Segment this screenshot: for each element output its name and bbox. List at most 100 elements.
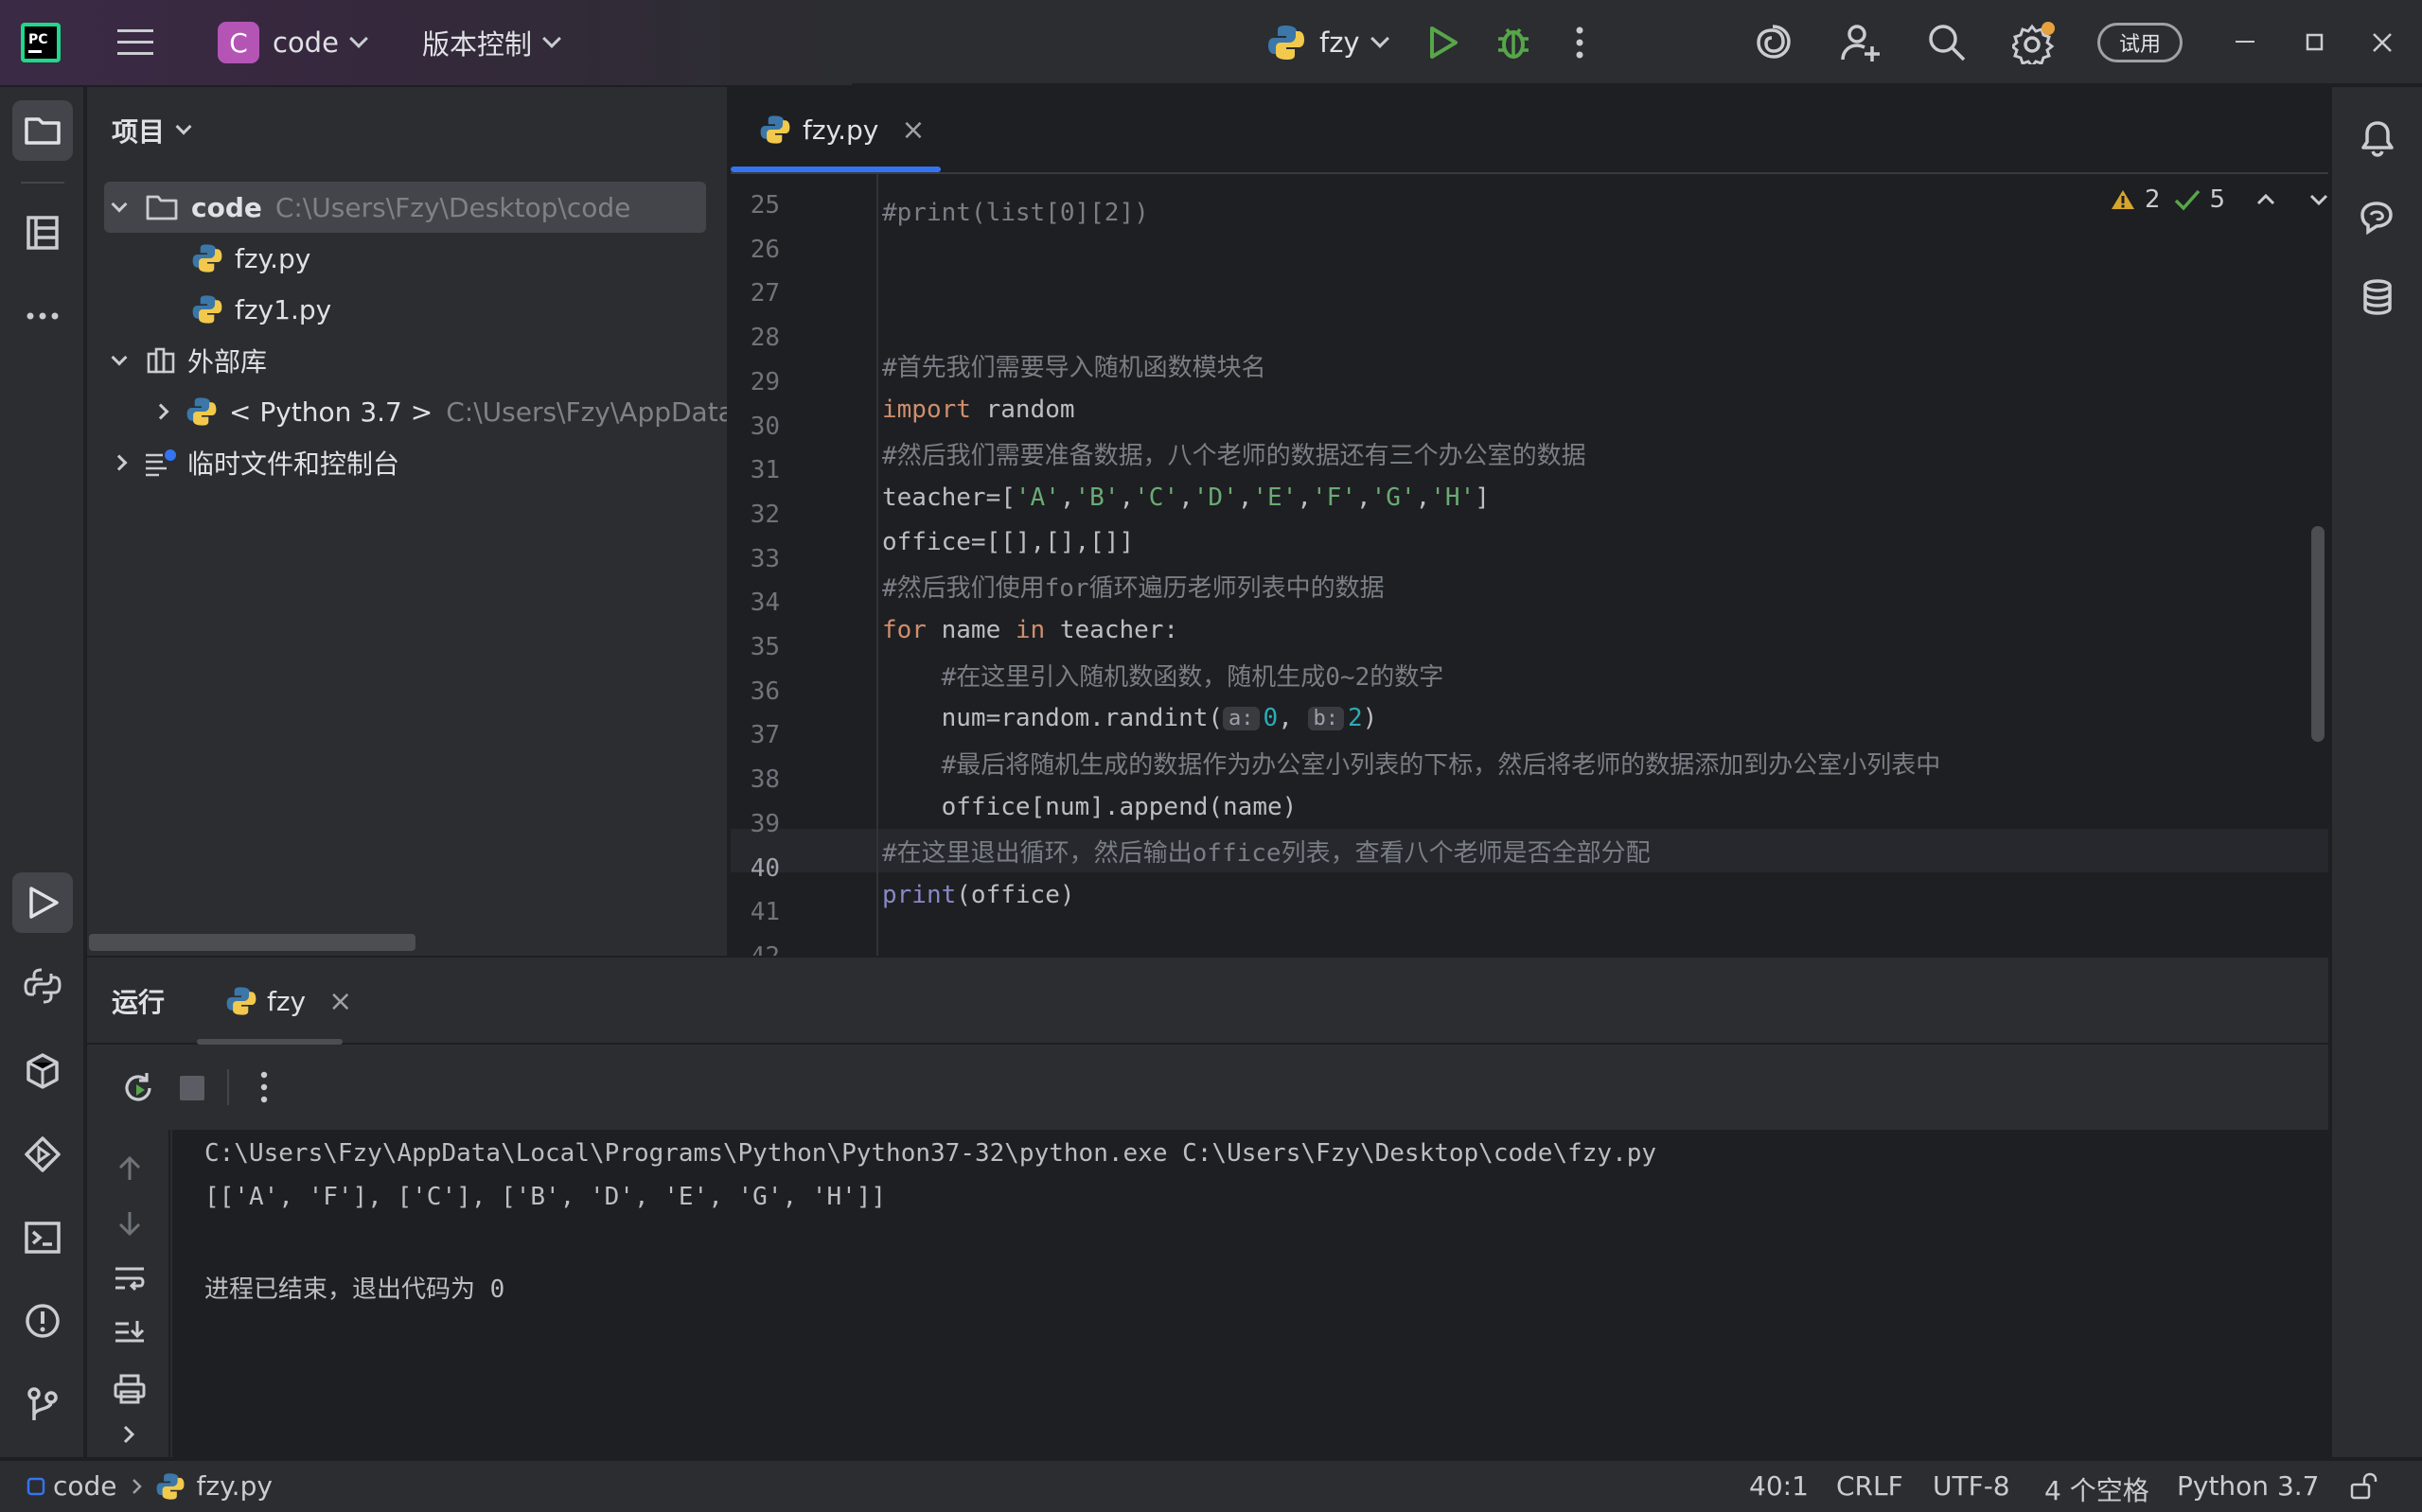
project-panel-header[interactable]: 项目 xyxy=(112,112,192,149)
run-config-selector[interactable]: fzy xyxy=(1266,0,1389,85)
code-editor[interactable]: fzy.py × 25 26 27 28 29 30 31 32 33 34 35 36 37 38 39 4… xyxy=(731,87,2328,956)
arrow-down-icon[interactable] xyxy=(115,1209,144,1238)
project-switcher[interactable]: C code xyxy=(218,0,368,85)
services-button[interactable] xyxy=(12,1124,73,1185)
console-output[interactable]: C:\Users\Fzy\AppData\Local\Programs\Pyth… xyxy=(172,1130,2328,1457)
warning-circle-icon xyxy=(26,1304,60,1338)
search-button[interactable] xyxy=(1927,0,1967,85)
scroll-to-end-icon[interactable] xyxy=(114,1319,146,1347)
minimize-button[interactable] xyxy=(2236,0,2254,85)
run-side-toolbar xyxy=(87,1130,170,1457)
chevron-down-icon[interactable] xyxy=(2308,192,2328,207)
git-branch-icon xyxy=(27,1387,58,1420)
run-button[interactable] xyxy=(1427,0,1459,85)
problems-button[interactable] xyxy=(12,1291,73,1351)
vcs-menu[interactable]: 版本控制 xyxy=(422,0,561,85)
readonly-toggle[interactable] xyxy=(2349,1472,2378,1501)
line-number: 34 xyxy=(750,589,780,618)
tree-item-file[interactable]: fzy1.py xyxy=(191,284,331,335)
number-literal: 2 xyxy=(1348,704,1363,732)
rerun-icon[interactable] xyxy=(121,1071,155,1105)
gear-icon xyxy=(2012,22,2055,64)
git-button[interactable] xyxy=(12,1374,73,1434)
stop-icon[interactable] xyxy=(178,1074,206,1102)
tab-fzy-py[interactable]: fzy.py × xyxy=(731,87,941,172)
left-tool-strip xyxy=(0,87,85,1457)
structure-tool-button[interactable] xyxy=(12,202,73,263)
ai-assistant-button[interactable] xyxy=(1753,0,1793,85)
line-number: 28 xyxy=(750,324,780,353)
code-token: random xyxy=(970,396,1075,424)
check-count: 5 xyxy=(2209,185,2226,214)
trial-button[interactable]: 试用 xyxy=(2097,0,2183,85)
python-interpreter[interactable]: Python 3.7 xyxy=(2177,1470,2320,1502)
tree-item-scratches[interactable]: 临时文件和控制台 xyxy=(111,437,400,488)
warning-icon xyxy=(2112,190,2134,209)
line-number: 40 xyxy=(750,853,780,883)
more-tools-button[interactable] xyxy=(12,286,73,346)
packages-icon xyxy=(27,1053,59,1089)
breadcrumb-project[interactable]: code xyxy=(53,1470,117,1502)
breadcrumb: code fzy.py xyxy=(27,1470,273,1502)
maximize-button[interactable] xyxy=(2306,0,2325,85)
line-number: 27 xyxy=(750,279,780,308)
line-number-gutter: 25 26 27 28 29 30 31 32 33 34 35 36 37 38 39 40 41 42 xyxy=(731,174,873,956)
keyword: in xyxy=(1015,616,1046,644)
library-icon xyxy=(147,347,175,374)
project-tool-button[interactable] xyxy=(12,100,73,161)
inspection-widget[interactable]: 2 5 xyxy=(2111,185,2328,214)
line-number: 42 xyxy=(731,942,780,956)
notifications-button[interactable] xyxy=(2347,108,2408,168)
project-name: code xyxy=(273,26,339,59)
line-number: 26 xyxy=(750,235,780,264)
debug-button[interactable] xyxy=(1495,0,1531,85)
warning-count: 2 xyxy=(2145,185,2161,214)
close-window-button[interactable] xyxy=(2372,0,2393,85)
add-user-button[interactable] xyxy=(1840,0,1882,85)
python-icon xyxy=(226,987,256,1015)
more-vertical-icon[interactable] xyxy=(259,1071,269,1103)
tree-item-root[interactable]: code C:\Users\Fzy\Desktop\code xyxy=(111,182,630,233)
run-tool-button[interactable] xyxy=(12,872,73,933)
python-console-button[interactable] xyxy=(12,956,73,1016)
close-tab-icon[interactable]: × xyxy=(328,985,352,1018)
terminal-button[interactable] xyxy=(12,1207,73,1268)
cursor-position[interactable]: 40:1 xyxy=(1749,1470,1809,1502)
maximize-icon xyxy=(2306,33,2324,51)
horizontal-scrollbar[interactable] xyxy=(89,934,415,951)
print-icon[interactable] xyxy=(114,1374,146,1404)
arrow-up-icon[interactable] xyxy=(115,1154,144,1183)
chevron-right-icon xyxy=(132,1478,142,1494)
ai-chat-button[interactable] xyxy=(2347,187,2408,248)
vertical-scrollbar[interactable] xyxy=(2311,526,2325,742)
chevron-right-icon[interactable] xyxy=(119,1423,138,1446)
chevron-up-icon[interactable] xyxy=(2255,192,2276,207)
structure-icon xyxy=(27,216,59,250)
close-tab-icon[interactable]: × xyxy=(901,114,925,147)
settings-button[interactable] xyxy=(2012,0,2056,85)
run-tab-fzy[interactable]: fzy × xyxy=(225,975,352,1028)
console-line: 进程已结束，退出代码为 0 xyxy=(204,1275,505,1304)
tree-item-python-sdk[interactable]: < Python 3.7 > C:\Users\Fzy\AppData\Lc xyxy=(152,386,727,437)
project-badge: C xyxy=(218,22,259,63)
module-icon xyxy=(27,1477,45,1495)
keyword: for xyxy=(882,616,927,644)
code-token: teacher=[ xyxy=(882,483,1016,512)
soft-wrap-icon[interactable] xyxy=(114,1264,146,1292)
pycharm-logo[interactable]: PC xyxy=(21,0,61,85)
tree-item-external-libs[interactable]: 外部库 xyxy=(111,335,267,386)
breadcrumb-file[interactable]: fzy.py xyxy=(197,1470,273,1502)
more-actions-button[interactable] xyxy=(1575,0,1584,85)
indent-setting[interactable]: 4 个空格 xyxy=(2044,1470,2149,1508)
line-separator[interactable]: CRLF xyxy=(1836,1470,1903,1502)
database-button[interactable] xyxy=(2347,267,2408,327)
main-menu-button[interactable] xyxy=(117,0,155,85)
collapse-arrow-icon xyxy=(152,403,169,420)
tree-item-file[interactable]: fzy.py xyxy=(191,233,310,284)
python-packages-button[interactable] xyxy=(12,1041,73,1101)
code-token: ] xyxy=(1475,483,1490,512)
play-icon xyxy=(29,887,59,919)
file-encoding[interactable]: UTF-8 xyxy=(1933,1470,2010,1502)
scratches-label: 临时文件和控制台 xyxy=(187,448,400,480)
line-number: 29 xyxy=(750,367,780,396)
